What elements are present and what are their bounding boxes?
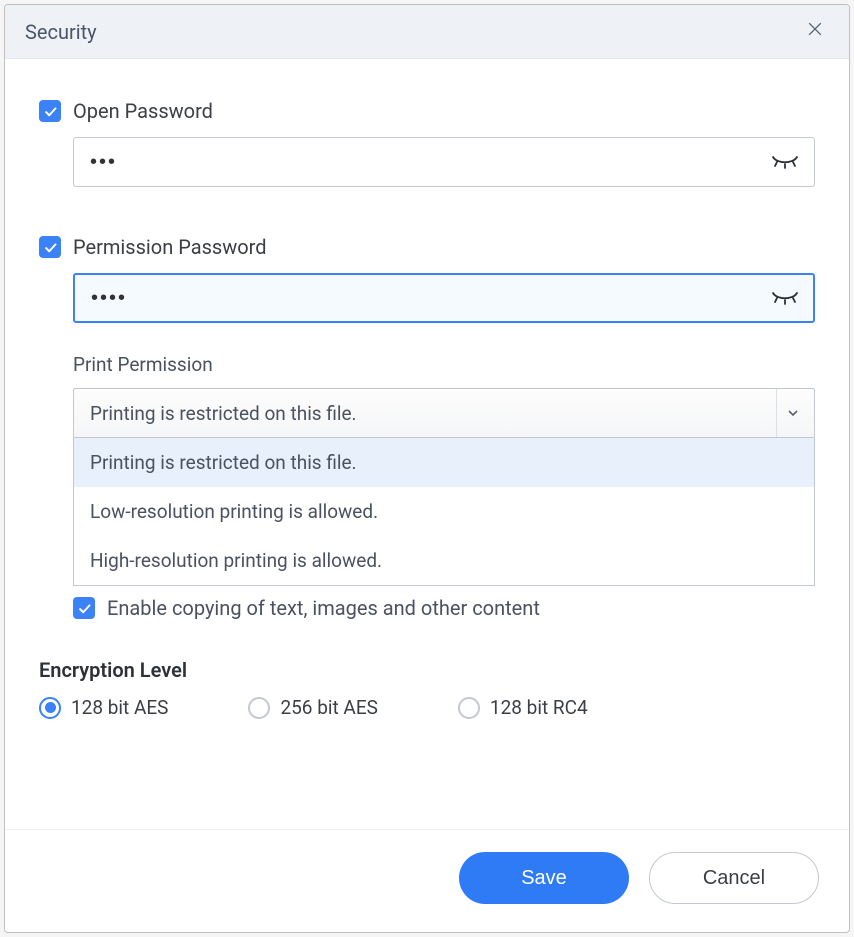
print-option-lowres[interactable]: Low-resolution printing is allowed. bbox=[74, 487, 814, 536]
encryption-label: 128 bit RC4 bbox=[490, 696, 588, 719]
enable-copy-checkbox[interactable] bbox=[73, 597, 95, 619]
radio-icon bbox=[458, 697, 480, 719]
print-permission-select[interactable]: Printing is restricted on this file. bbox=[73, 388, 815, 438]
enable-copy-row: Enable copying of text, images and other… bbox=[73, 596, 815, 620]
radio-icon bbox=[39, 697, 61, 719]
encryption-option-256aes[interactable]: 256 bit AES bbox=[248, 696, 377, 719]
print-permission-section: Print Permission Printing is restricted … bbox=[73, 353, 815, 438]
close-icon[interactable] bbox=[801, 19, 829, 44]
print-option-highres[interactable]: High-resolution printing is allowed. bbox=[74, 536, 814, 585]
print-permission-options: Printing is restricted on this file. Low… bbox=[73, 438, 815, 586]
permission-password-input[interactable] bbox=[73, 273, 815, 323]
open-password-label: Open Password bbox=[73, 99, 213, 123]
permission-password-field-wrap bbox=[73, 273, 815, 323]
encryption-label: 256 bit AES bbox=[280, 696, 377, 719]
dialog-content: Open Password Permission Password Print … bbox=[5, 59, 849, 829]
open-password-input[interactable] bbox=[73, 137, 815, 187]
encryption-option-128aes[interactable]: 128 bit AES bbox=[39, 696, 168, 719]
titlebar: Security bbox=[5, 5, 849, 59]
permission-password-row: Permission Password bbox=[39, 235, 815, 259]
open-password-checkbox[interactable] bbox=[39, 100, 61, 122]
encryption-option-128rc4[interactable]: 128 bit RC4 bbox=[458, 696, 588, 719]
permission-password-label: Permission Password bbox=[73, 235, 267, 259]
save-button[interactable]: Save bbox=[459, 852, 629, 904]
chevron-down-icon bbox=[776, 389, 808, 437]
open-password-row: Open Password bbox=[39, 99, 815, 123]
radio-icon bbox=[248, 697, 270, 719]
dialog-title: Security bbox=[25, 20, 97, 44]
eye-closed-icon[interactable] bbox=[771, 154, 799, 170]
encryption-section: Encryption Level 128 bit AES 256 bit AES… bbox=[39, 658, 815, 719]
encryption-title: Encryption Level bbox=[39, 658, 815, 682]
print-permission-label: Print Permission bbox=[73, 353, 815, 376]
permission-password-checkbox[interactable] bbox=[39, 236, 61, 258]
print-permission-selected: Printing is restricted on this file. bbox=[90, 402, 357, 425]
encryption-options: 128 bit AES 256 bit AES 128 bit RC4 bbox=[39, 696, 815, 719]
enable-copy-label: Enable copying of text, images and other… bbox=[107, 596, 540, 620]
print-permission-dropdown: Printing is restricted on this file. Pri… bbox=[73, 388, 815, 438]
dialog-footer: Save Cancel bbox=[5, 829, 849, 932]
print-option-restricted[interactable]: Printing is restricted on this file. bbox=[74, 438, 814, 487]
security-dialog: Security Open Password Permission Passwo… bbox=[4, 4, 850, 933]
encryption-label: 128 bit AES bbox=[71, 696, 168, 719]
open-password-field-wrap bbox=[73, 137, 815, 187]
eye-closed-icon[interactable] bbox=[771, 290, 799, 306]
cancel-button[interactable]: Cancel bbox=[649, 852, 819, 904]
